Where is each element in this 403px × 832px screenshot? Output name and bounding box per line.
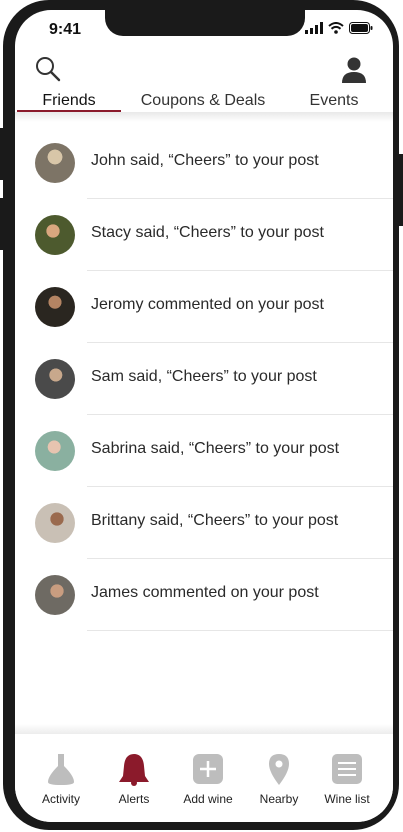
tab-coupons-deals[interactable]: Coupons & Deals	[131, 90, 275, 112]
location-pin-icon	[269, 754, 289, 785]
notification-text: Jeromy commented on your post	[91, 296, 324, 313]
wifi-icon	[328, 22, 344, 34]
nav-activity-label: Activity	[41, 792, 80, 806]
plus-icon	[193, 754, 223, 784]
tab-events-label: Events	[309, 92, 359, 109]
notch	[105, 10, 305, 36]
avatar[interactable]	[35, 431, 75, 471]
notification-row[interactable]: Jeromy commented on your post	[15, 271, 393, 343]
status-icons	[305, 22, 373, 34]
notification-row[interactable]: Sabrina said, “Cheers” to your post	[15, 415, 393, 487]
notification-text: John said, “Cheers” to your post	[91, 152, 319, 169]
notification-row[interactable]: Stacy said, “Cheers” to your post	[15, 199, 393, 271]
tab-coupons-deals-label: Coupons & Deals	[140, 92, 266, 109]
notification-text: Stacy said, “Cheers” to your post	[91, 224, 324, 241]
avatar[interactable]	[35, 143, 75, 183]
tab-friends-label: Friends	[42, 92, 96, 109]
notification-row[interactable]: James commented on your post	[15, 559, 393, 631]
wine-glass-icon	[48, 754, 74, 785]
avatar[interactable]	[35, 287, 75, 327]
notification-row[interactable]: John said, “Cheers” to your post	[15, 127, 393, 199]
nav-wine-list[interactable]: Wine list	[311, 752, 383, 806]
avatar[interactable]	[35, 575, 75, 615]
nav-add-wine[interactable]: Add wine	[172, 752, 244, 806]
list-icon	[332, 754, 362, 784]
tab-friends[interactable]: Friends	[17, 90, 121, 112]
nav-wine-list-label: Wine list	[324, 792, 370, 806]
bottom-nav: Activity Alerts Add wine Nearby Wine lis…	[15, 734, 393, 822]
notification-row[interactable]: Brittany said, “Cheers” to your post	[15, 487, 393, 559]
nav-alerts-label: Alerts	[118, 792, 150, 806]
tabs-shadow	[15, 112, 393, 122]
notification-text: Sam said, “Cheers” to your post	[91, 368, 317, 385]
phone-frame: 9:41 Friends Coupons & Deals Events John…	[3, 0, 399, 830]
avatar[interactable]	[35, 215, 75, 255]
divider	[87, 630, 393, 631]
nav-alerts[interactable]: Alerts	[98, 752, 170, 806]
status-time: 9:41	[49, 21, 82, 38]
nav-nearby[interactable]: Nearby	[243, 752, 315, 806]
signal-icon	[305, 22, 323, 34]
profile-icon[interactable]	[341, 56, 367, 84]
notification-text: James commented on your post	[91, 584, 319, 601]
nav-add-wine-label: Add wine	[183, 792, 233, 806]
bell-icon	[119, 754, 149, 786]
notification-text: Sabrina said, “Cheers” to your post	[91, 440, 340, 457]
battery-icon	[349, 22, 373, 34]
avatar[interactable]	[35, 503, 75, 543]
notification-text: Brittany said, “Cheers” to your post	[91, 512, 339, 529]
nav-shadow	[15, 724, 393, 734]
nav-nearby-label: Nearby	[259, 792, 299, 806]
notification-row[interactable]: Sam said, “Cheers” to your post	[15, 343, 393, 415]
notification-list: John said, “Cheers” to your post Stacy s…	[15, 127, 393, 631]
avatar[interactable]	[35, 359, 75, 399]
search-icon[interactable]	[35, 56, 61, 82]
tab-events[interactable]: Events	[297, 90, 371, 112]
screen: 9:41 Friends Coupons & Deals Events John…	[15, 10, 393, 822]
nav-activity[interactable]: Activity	[25, 752, 97, 806]
